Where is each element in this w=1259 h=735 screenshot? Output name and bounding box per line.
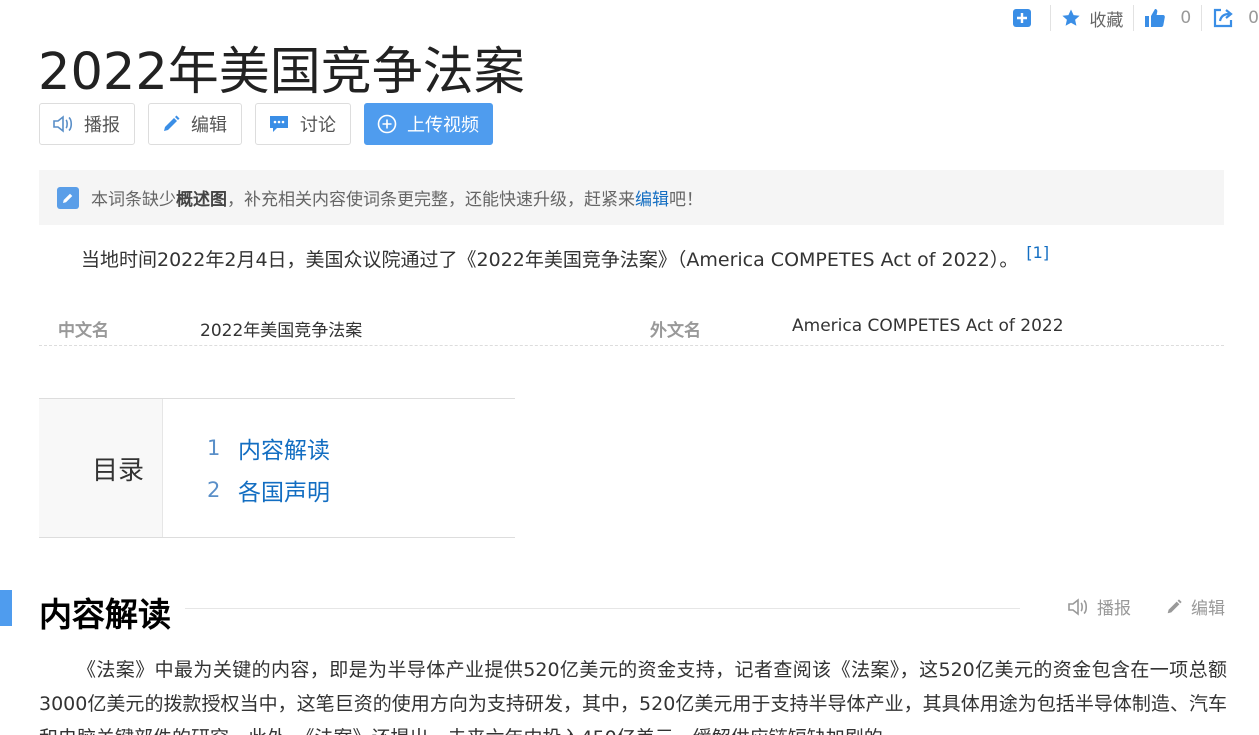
foreign-name-value: America COMPETES Act of 2022 <box>792 316 1064 336</box>
section-title: 内容解读 <box>39 595 171 634</box>
catalog-item-text: 内容解读 <box>238 438 330 464</box>
intro-summary: 当地时间2022年2月4日，美国众议院通过了《2022年美国竞争法案》（Amer… <box>81 243 1049 272</box>
notice-bold: 概述图 <box>176 190 227 210</box>
broadcast-label: 播报 <box>84 115 120 136</box>
like-count: 0 <box>1180 8 1192 28</box>
intro-text: 当地时间2022年2月4日，美国众议院通过了《2022年美国竞争法案》（Amer… <box>81 249 1019 271</box>
page-title: 2022年美国竞争法案 <box>38 43 525 102</box>
section-divider <box>185 608 1020 609</box>
notice-prefix: 本词条缺少 <box>91 190 176 210</box>
foreign-name-label: 外文名 <box>650 321 701 341</box>
notice-suffix: 吧！ <box>669 190 703 210</box>
catalog-item-number: 1 <box>207 436 221 460</box>
add-button[interactable] <box>1012 8 1040 28</box>
section-broadcast-button[interactable]: 播报 <box>1067 594 1131 619</box>
speaker-icon <box>52 114 74 134</box>
notice-middle: ，补充相关内容使词条更完整，还能快速升级，赶紧来 <box>227 190 635 210</box>
pencil-icon <box>161 114 181 134</box>
catalog-item[interactable]: 2 各国声明 <box>207 469 330 511</box>
action-buttons: 播报 编辑 讨论 上传视频 <box>39 103 506 145</box>
catalog-item[interactable]: 1 内容解读 <box>207 427 330 469</box>
discuss-label: 讨论 <box>300 115 336 136</box>
chinese-name-value: 2022年美国竞争法案 <box>200 321 363 341</box>
catalog-title: 目录 <box>39 399 163 537</box>
edit-label: 编辑 <box>191 115 227 136</box>
upload-video-label: 上传视频 <box>407 115 479 136</box>
like-button[interactable]: 0 <box>1144 7 1191 29</box>
top-actions: 收藏 0 0 <box>1012 4 1259 32</box>
edit-button[interactable]: 编辑 <box>148 103 242 145</box>
plus-square-icon <box>1012 8 1032 28</box>
share-button[interactable]: 0 <box>1212 7 1259 29</box>
section-broadcast-label: 播报 <box>1097 599 1131 619</box>
speaker-icon <box>1067 597 1089 617</box>
favorite-label: 收藏 <box>1089 10 1124 31</box>
edit-pencil-icon <box>57 186 79 209</box>
section-actions: 播报 编辑 <box>1033 594 1225 619</box>
chinese-name-label: 中文名 <box>58 321 109 341</box>
section-edit-button[interactable]: 编辑 <box>1165 594 1225 619</box>
thumbs-up-icon <box>1144 7 1166 29</box>
catalog-item-text: 各国声明 <box>238 480 330 506</box>
star-icon <box>1061 8 1081 28</box>
chat-icon <box>268 114 290 134</box>
section-edit-label: 编辑 <box>1191 599 1225 619</box>
broadcast-button[interactable]: 播报 <box>39 103 135 145</box>
catalog: 目录 1 内容解读 2 各国声明 <box>39 398 515 538</box>
notice-edit-link[interactable]: 编辑 <box>635 185 669 210</box>
section-marker <box>0 590 12 626</box>
discuss-button[interactable]: 讨论 <box>255 103 351 145</box>
catalog-item-number: 2 <box>207 478 221 502</box>
upload-video-button[interactable]: 上传视频 <box>364 103 493 145</box>
catalog-list: 1 内容解读 2 各国声明 <box>163 399 330 537</box>
reference-link[interactable]: [1] <box>1026 243 1049 262</box>
share-count: 0 <box>1248 8 1259 28</box>
missing-image-notice: 本词条缺少 概述图 ，补充相关内容使词条更完整，还能快速升级，赶紧来 编辑 吧！ <box>39 170 1224 225</box>
share-icon <box>1212 7 1234 29</box>
pencil-icon <box>1165 598 1183 616</box>
favorite-button[interactable]: 收藏 <box>1061 6 1123 31</box>
section-paragraph: 《法案》中最为关键的内容，即是为半导体产业提供520亿美元的资金支持，记者查阅该… <box>39 659 1227 735</box>
plus-circle-icon <box>377 114 397 134</box>
basic-info: 中文名 2022年美国竞争法案 外文名 America COMPETES Act… <box>39 306 1224 346</box>
